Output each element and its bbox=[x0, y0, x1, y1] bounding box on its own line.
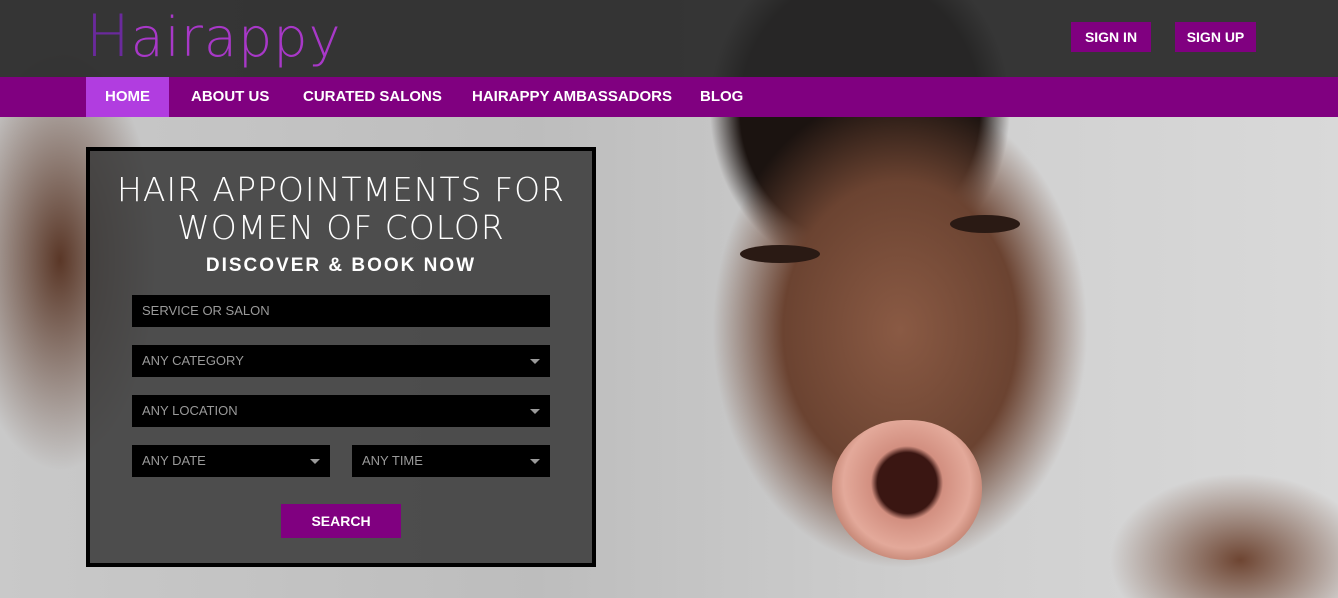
panel-title-line2: WOMEN OF COLOR bbox=[177, 208, 505, 247]
nav-item-blog[interactable]: BLOG bbox=[681, 77, 762, 117]
category-select[interactable]: ANY CATEGORY bbox=[132, 345, 550, 377]
hero-lips bbox=[832, 420, 982, 560]
sign-up-button[interactable]: SIGN UP bbox=[1175, 22, 1256, 52]
time-select[interactable]: ANY TIME bbox=[352, 445, 550, 477]
top-header: Hairappy SIGN IN SIGN UP bbox=[0, 0, 1338, 77]
search-panel: HAIR APPOINTMENTS FOR WOMEN OF COLOR DIS… bbox=[86, 147, 596, 567]
service-search-input[interactable] bbox=[132, 295, 550, 327]
hero-eye-left bbox=[740, 245, 820, 263]
panel-title-line1: HAIR APPOINTMENTS FOR bbox=[117, 170, 565, 209]
panel-title: HAIR APPOINTMENTS FOR WOMEN OF COLOR bbox=[90, 171, 592, 247]
location-select[interactable]: ANY LOCATION bbox=[132, 395, 550, 427]
nav-item-about-us[interactable]: ABOUT US bbox=[172, 77, 288, 117]
time-select-value: ANY TIME bbox=[362, 453, 423, 468]
chevron-down-icon bbox=[530, 409, 540, 414]
nav-item-home[interactable]: HOME bbox=[86, 77, 169, 117]
logo[interactable]: Hairappy bbox=[86, 2, 342, 70]
hero-eye-right bbox=[950, 215, 1020, 233]
logo-initial: H bbox=[86, 2, 131, 70]
chevron-down-icon bbox=[530, 359, 540, 364]
logo-text: airappy bbox=[130, 6, 342, 69]
chevron-down-icon bbox=[530, 459, 540, 464]
panel-subtitle: DISCOVER & BOOK NOW bbox=[205, 255, 477, 276]
nav-item-ambassadors[interactable]: HAIRAPPY AMBASSADORS bbox=[453, 77, 691, 117]
main-nav: HOME ABOUT US CURATED SALONS HAIRAPPY AM… bbox=[0, 77, 1338, 117]
category-select-value: ANY CATEGORY bbox=[142, 353, 244, 368]
location-select-value: ANY LOCATION bbox=[142, 403, 238, 418]
date-select-value: ANY DATE bbox=[142, 453, 206, 468]
chevron-down-icon bbox=[310, 459, 320, 464]
sign-in-button[interactable]: SIGN IN bbox=[1071, 22, 1151, 52]
date-select[interactable]: ANY DATE bbox=[132, 445, 330, 477]
nav-item-curated-salons[interactable]: CURATED SALONS bbox=[284, 77, 461, 117]
search-button[interactable]: SEARCH bbox=[281, 504, 401, 538]
